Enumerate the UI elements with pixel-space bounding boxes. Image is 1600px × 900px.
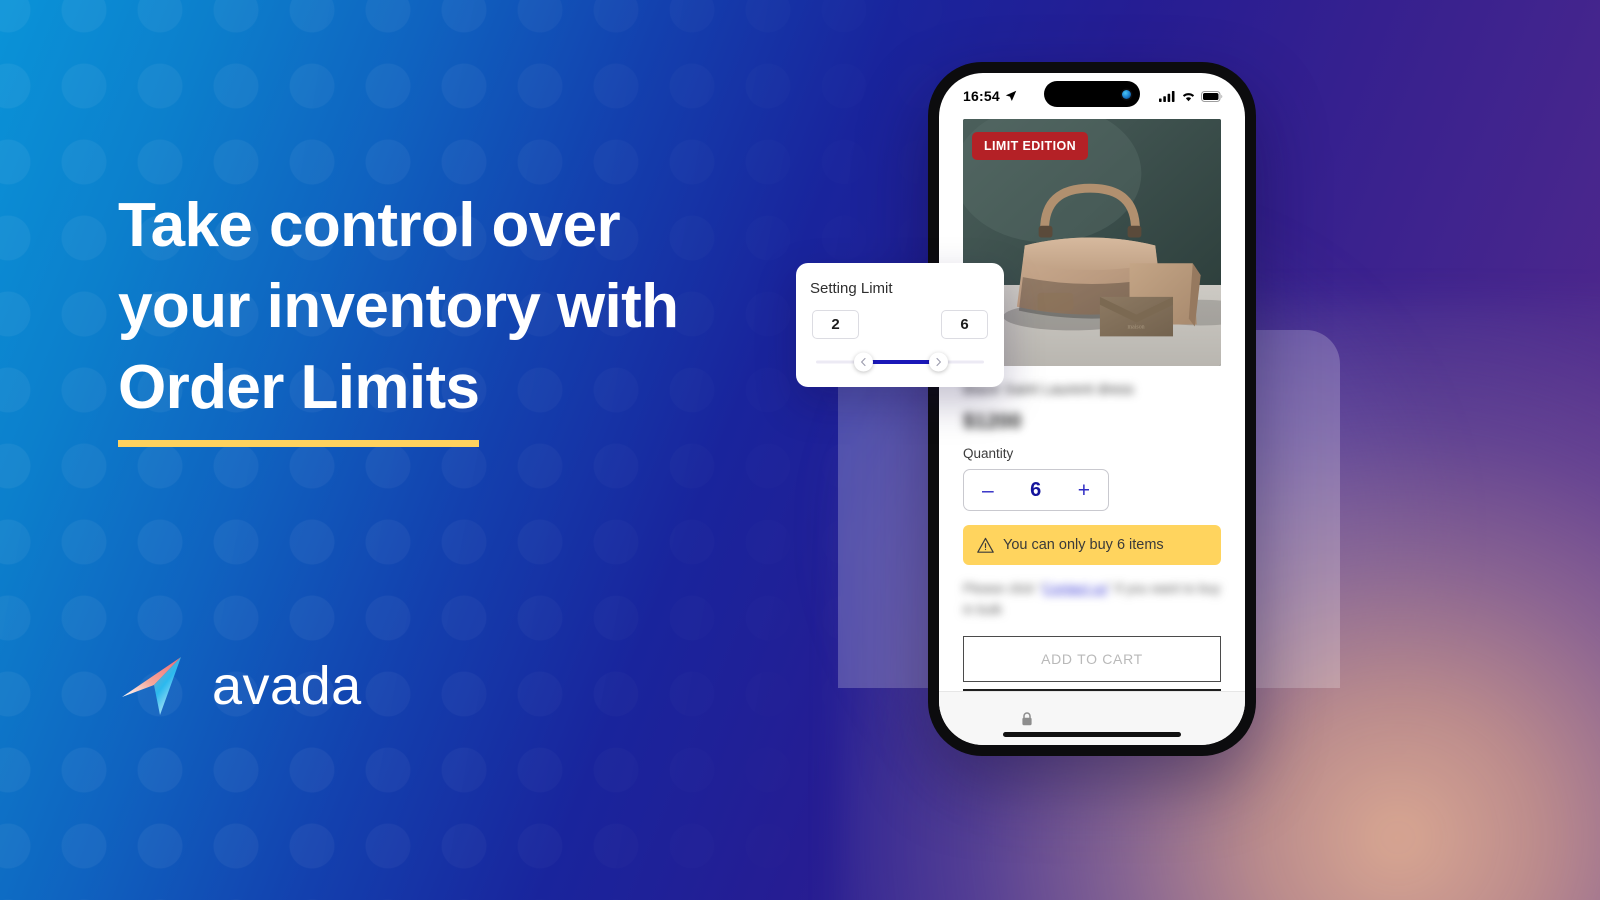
background-root xyxy=(0,0,1600,900)
phone-screen: 16:54 maison LIMIT EDITION Black Saint L… xyxy=(939,73,1245,745)
warning-triangle-icon xyxy=(977,537,994,553)
status-time: 16:54 xyxy=(963,88,1000,104)
chevron-left-icon xyxy=(861,357,866,367)
hero-copy: Take control over your inventory with Or… xyxy=(118,185,758,447)
quantity-value[interactable]: 6 xyxy=(1030,479,1041,502)
home-indicator xyxy=(1003,732,1181,737)
range-handle-min[interactable] xyxy=(854,352,873,372)
headline-line-3: Order Limits xyxy=(118,347,758,447)
status-indicators xyxy=(1159,90,1223,102)
quantity-increase-button[interactable]: + xyxy=(1078,480,1090,501)
headline-emphasis: Order Limits xyxy=(118,347,480,447)
range-fill xyxy=(864,360,938,364)
svg-text:maison: maison xyxy=(1128,324,1145,330)
browser-bottom-bar xyxy=(939,691,1245,745)
paper-plane-logo-icon xyxy=(122,657,181,715)
quantity-decrease-button[interactable]: – xyxy=(982,480,994,501)
page-title: Take control over your inventory with Or… xyxy=(118,185,758,447)
phone-mockup: 16:54 maison LIMIT EDITION Black Saint L… xyxy=(928,62,1256,756)
brand-logo: avada xyxy=(120,655,362,717)
setting-limit-card: Setting Limit 2 6 xyxy=(796,263,1004,387)
add-to-cart-button[interactable]: ADD TO CART xyxy=(963,636,1221,682)
location-arrow-icon xyxy=(1005,90,1017,101)
wifi-icon xyxy=(1182,92,1195,101)
setting-limit-title: Setting Limit xyxy=(810,280,893,297)
status-time-group: 16:54 xyxy=(963,88,1017,104)
front-camera-icon xyxy=(1122,89,1131,99)
headline-line-2: your inventory with xyxy=(118,272,679,341)
quantity-warning-text: You can only buy 6 items xyxy=(1003,537,1164,553)
quantity-label: Quantity xyxy=(963,446,1014,461)
limit-range-slider[interactable] xyxy=(810,351,990,373)
status-bar: 16:54 xyxy=(939,73,1245,119)
limit-edition-badge: LIMIT EDITION xyxy=(972,132,1088,160)
bulk-order-helper-text: Please click “Contact us” if you want to… xyxy=(963,578,1221,620)
battery-full-icon xyxy=(1201,90,1223,102)
helper-prefix: Please click “ xyxy=(963,581,1043,596)
headline-line-1: Take control over xyxy=(118,191,621,260)
web-page-content: maison LIMIT EDITION Black Saint Laurent… xyxy=(939,119,1245,691)
contact-us-link[interactable]: Contact us xyxy=(1043,581,1108,596)
quantity-stepper[interactable]: – 6 + xyxy=(963,469,1109,511)
range-handle-max[interactable] xyxy=(929,352,948,372)
lock-icon xyxy=(1022,711,1032,725)
product-price: $1200 xyxy=(963,410,1022,433)
product-title: Black Saint Laurent dress xyxy=(963,381,1134,398)
quantity-warning-banner: You can only buy 6 items xyxy=(963,525,1221,565)
chevron-right-icon xyxy=(936,357,941,367)
brand-name: avada xyxy=(212,656,362,716)
limit-max-input[interactable]: 6 xyxy=(941,310,988,339)
limit-min-input[interactable]: 2 xyxy=(812,310,859,339)
cellular-bars-icon xyxy=(1159,90,1175,102)
product-details: Black Saint Laurent dress $1200 Quantity… xyxy=(939,366,1245,691)
limit-value-inputs: 2 6 xyxy=(810,310,990,339)
dynamic-island xyxy=(1044,81,1140,107)
